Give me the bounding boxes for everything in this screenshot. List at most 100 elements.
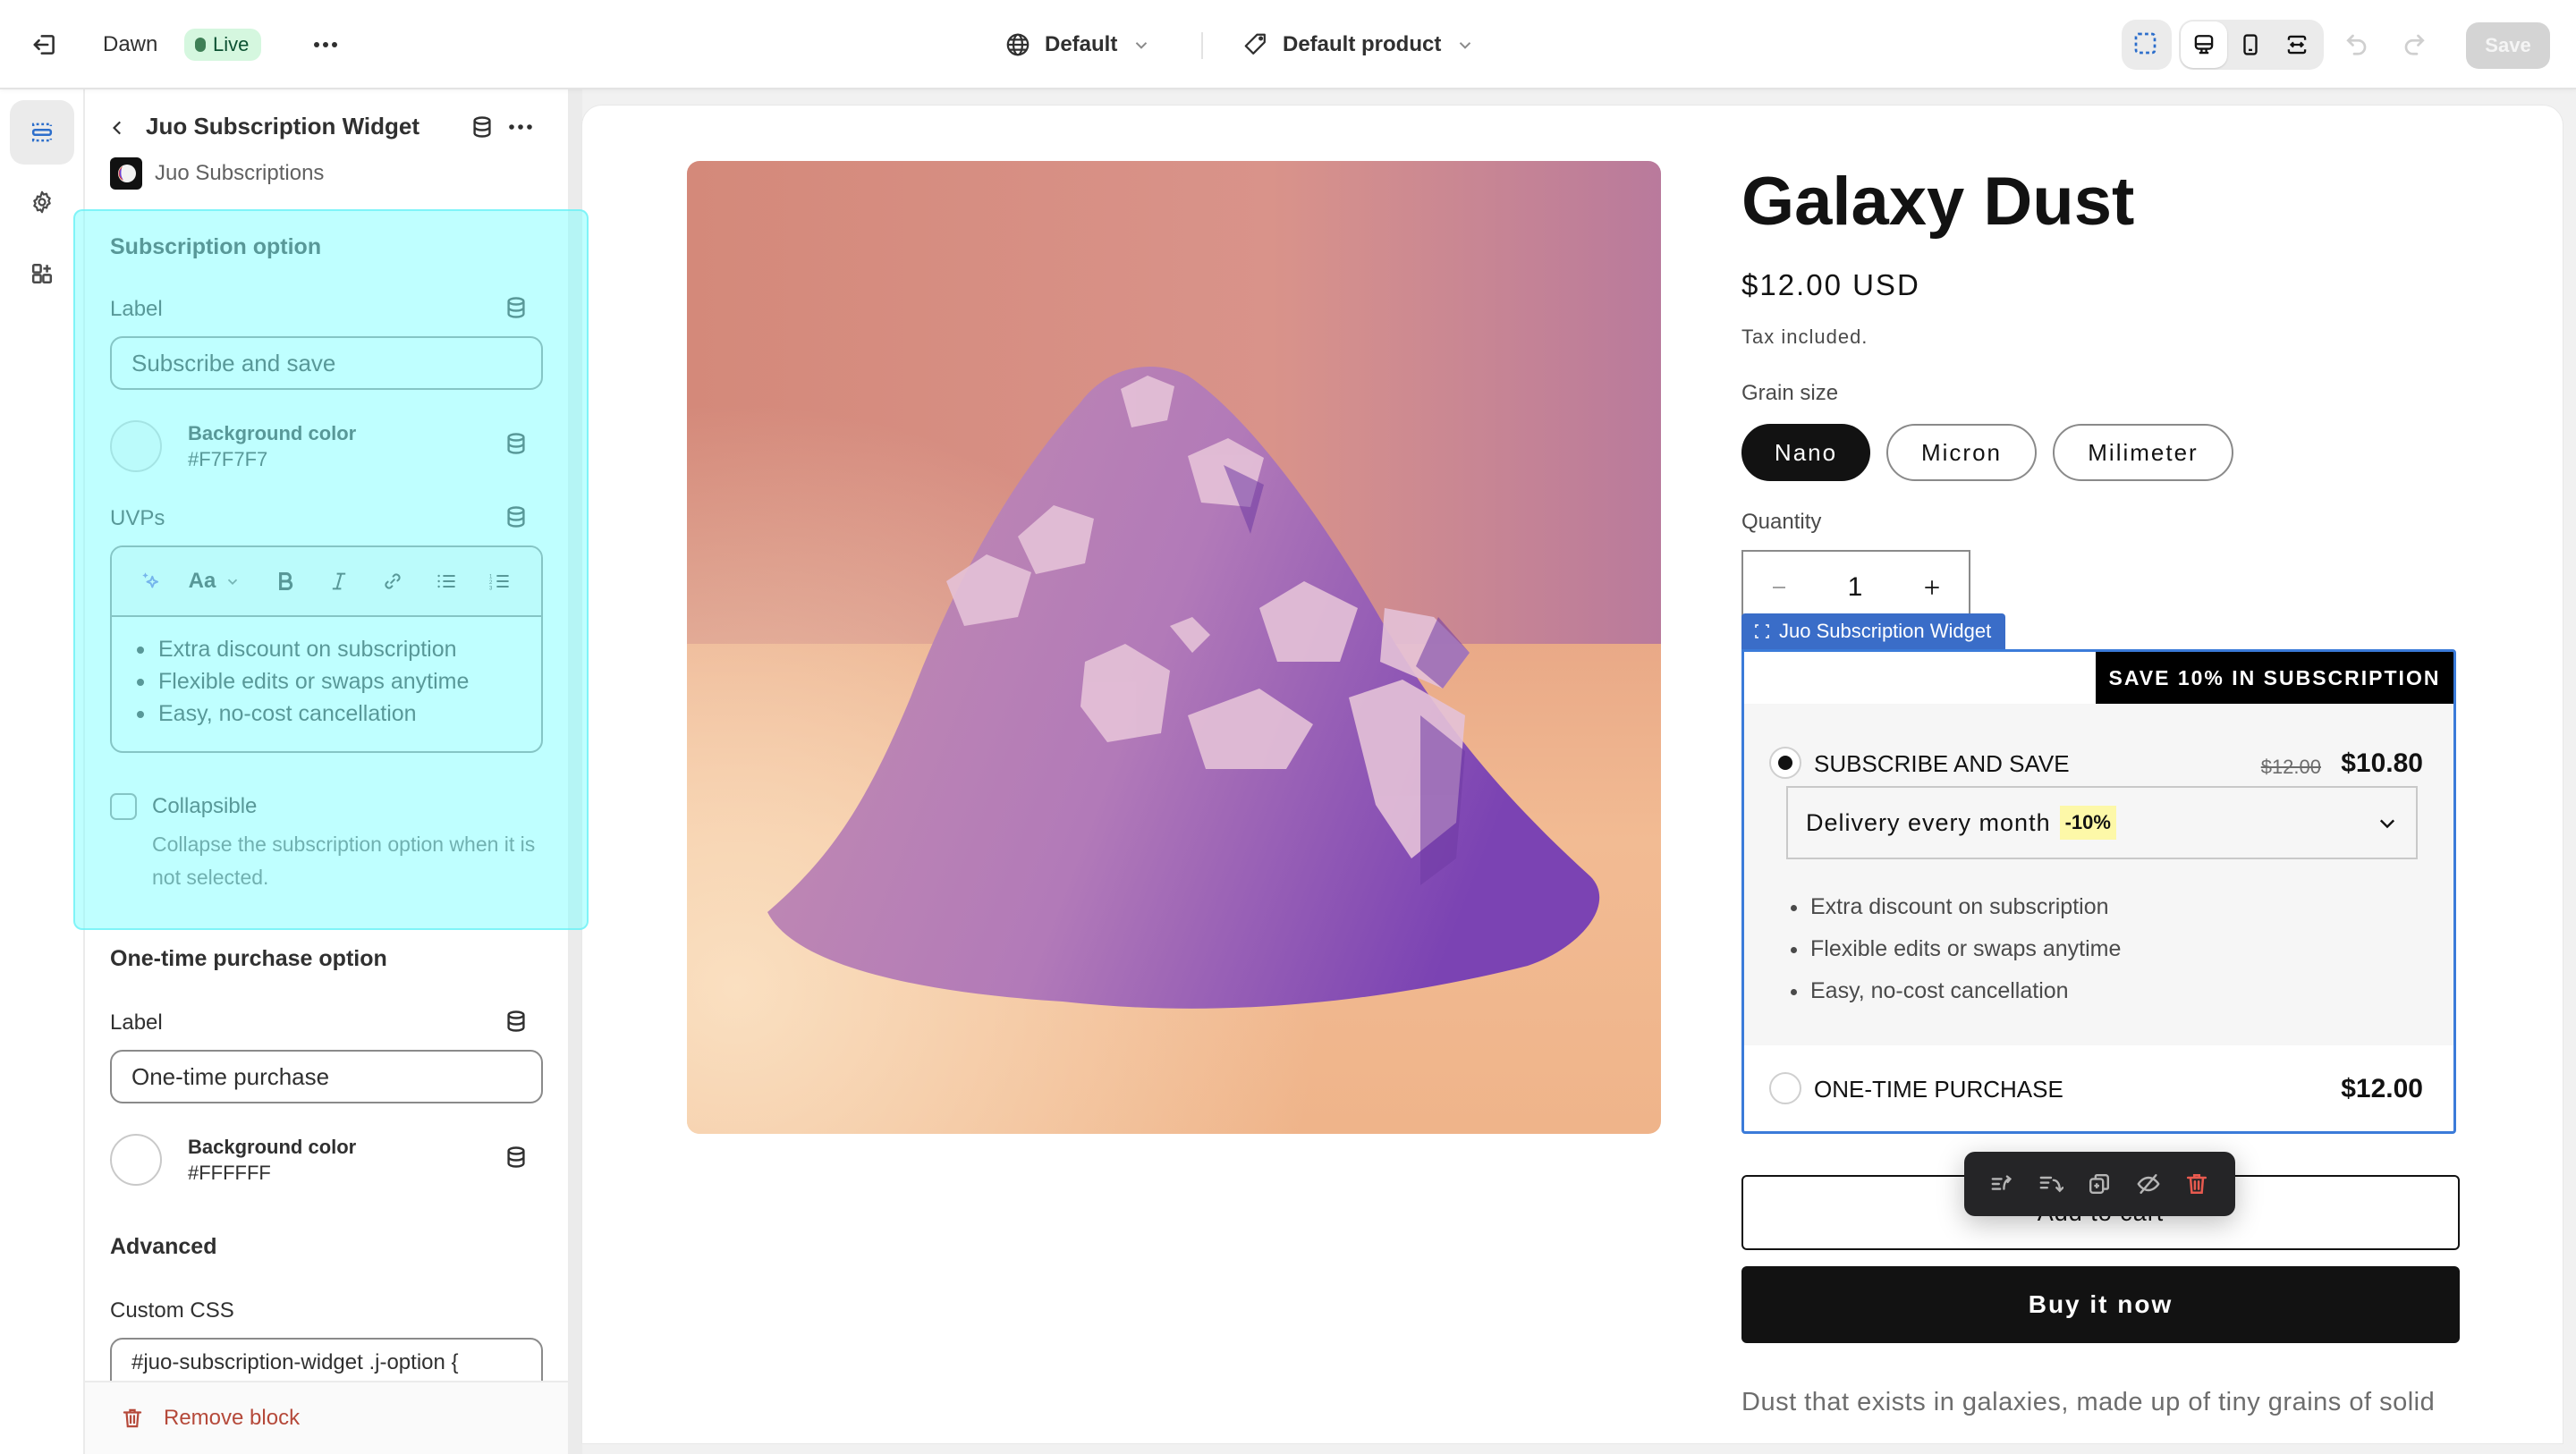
svg-text:1: 1	[489, 574, 493, 579]
template-select[interactable]: Default product	[1243, 27, 1475, 63]
locale-select-value: Default	[1045, 32, 1118, 56]
italic-icon[interactable]	[312, 562, 366, 601]
exit-icon[interactable]	[30, 30, 59, 59]
dynamic-source-icon[interactable]	[504, 1009, 529, 1034]
app-name: Juo Subscriptions	[155, 161, 325, 185]
rail-item-sections[interactable]	[10, 100, 74, 165]
subscription-widget: SAVE 10% IN SUBSCRIPTION SUBSCRIBE AND S…	[1741, 649, 2456, 1134]
undo-icon[interactable]	[2343, 30, 2370, 57]
uvps-list: Extra discount on subscription Flexible …	[112, 617, 541, 730]
move-up-icon[interactable]	[1990, 1171, 2015, 1196]
duplicate-icon[interactable]	[2087, 1171, 2112, 1196]
dynamic-source-icon[interactable]	[504, 431, 529, 456]
rail-item-apps[interactable]	[10, 241, 74, 306]
subscribe-radio[interactable]	[1769, 747, 1801, 779]
inspector-toggle[interactable]	[2122, 20, 2172, 70]
background-color-swatch[interactable]	[110, 1134, 162, 1186]
mobile-icon	[2239, 33, 2262, 56]
panel-scrollbar[interactable]	[568, 89, 582, 1454]
discount-badge: -10%	[2059, 806, 2116, 840]
more-horizontal-icon[interactable]	[311, 32, 340, 57]
app-logo	[110, 157, 142, 190]
section-title-onetime: One-time purchase option	[110, 946, 387, 971]
gear-icon	[30, 190, 55, 215]
text-style-dropdown[interactable]: Aa	[171, 562, 258, 601]
desktop-viewport-button[interactable]	[2181, 21, 2227, 68]
onetime-label: ONE-TIME PURCHASE	[1814, 1076, 2063, 1103]
text-style-icon: Aa	[188, 569, 216, 593]
svg-text:3: 3	[489, 587, 493, 592]
fullwidth-viewport-button[interactable]	[2274, 21, 2320, 68]
buy-it-now-button[interactable]: Buy it now	[1741, 1266, 2460, 1343]
background-color-swatch[interactable]	[110, 420, 162, 472]
save-button[interactable]: Save	[2466, 22, 2550, 69]
status-badge-label: Live	[213, 33, 250, 55]
svg-text:2: 2	[489, 580, 493, 586]
storefront-preview: Galaxy Dust $12.00 USD Tax included. Gra…	[582, 106, 2563, 1443]
product-title: Galaxy Dust	[1741, 164, 2135, 240]
onetime-label-input[interactable]: One-time purchase	[110, 1050, 543, 1103]
onetime-option[interactable]: ONE-TIME PURCHASE $12.00	[1744, 1045, 2453, 1131]
uvp-item: Extra discount on subscription	[137, 633, 541, 665]
dynamic-source-icon[interactable]	[504, 295, 529, 320]
widget-block-tag[interactable]: Juo Subscription Widget	[1741, 613, 2006, 649]
link-icon[interactable]	[366, 562, 419, 601]
minus-icon[interactable]	[1770, 579, 1788, 596]
remove-block-button[interactable]: Remove block	[85, 1381, 568, 1454]
uvp-item: Extra discount on subscription	[1789, 886, 2121, 928]
variant-option-micron[interactable]: Micron	[1886, 424, 2037, 481]
variant-option-milimeter[interactable]: Milimeter	[2053, 424, 2233, 481]
fullwidth-icon	[2285, 33, 2309, 56]
compare-at-price: $12.00	[2260, 756, 2321, 778]
uvp-item: Easy, no-cost cancellation	[137, 697, 541, 730]
ai-sparkle-icon[interactable]	[131, 562, 171, 601]
product-image[interactable]	[687, 161, 1661, 1134]
section-title-subscription: Subscription option	[110, 234, 322, 259]
numbered-list-icon[interactable]: 123	[473, 562, 527, 601]
collapsible-label: Collapsible	[152, 794, 258, 818]
uvps-rich-text-editor[interactable]: Aa 123 Extra discount on subscription Fl…	[110, 545, 543, 753]
block-bracket-icon	[1754, 623, 1770, 639]
mobile-viewport-button[interactable]	[2227, 21, 2274, 68]
rail-item-settings[interactable]	[10, 170, 74, 234]
trash-icon	[121, 1406, 144, 1431]
uvp-item: Flexible edits or swaps anytime	[1789, 928, 2121, 970]
background-color-title: Background color	[188, 1136, 357, 1158]
delivery-frequency-select[interactable]: Delivery every month -10%	[1786, 786, 2418, 859]
redo-icon[interactable]	[2401, 30, 2428, 57]
left-rail	[0, 89, 85, 1454]
dynamic-source-icon[interactable]	[504, 504, 529, 529]
settings-panel: Juo Subscription Widget Juo Subscription…	[85, 89, 568, 1454]
delete-icon[interactable]	[2184, 1171, 2209, 1196]
bullet-list-icon[interactable]	[419, 562, 473, 601]
subscribe-price: $10.80	[2341, 748, 2423, 778]
custom-css-label: Custom CSS	[110, 1298, 234, 1323]
product-description: Dust that exists in galaxies, made up of…	[1741, 1388, 2436, 1416]
collapsible-checkbox[interactable]	[110, 793, 137, 820]
widget-block-tag-label: Juo Subscription Widget	[1779, 620, 1992, 642]
subscription-label-input[interactable]: Subscribe and save	[110, 336, 543, 390]
subscribe-option[interactable]: SUBSCRIBE AND SAVE $12.00 $10.80 Deliver…	[1744, 704, 2453, 1045]
panel-title: Juo Subscription Widget	[146, 113, 419, 139]
top-bar: Dawn Live Default Default product Save	[0, 0, 2576, 89]
onetime-radio[interactable]	[1769, 1072, 1801, 1104]
quantity-value[interactable]: 1	[1848, 572, 1863, 603]
hide-icon[interactable]	[2136, 1171, 2161, 1196]
collapsible-help-text: Collapse the subscription option when it…	[152, 833, 536, 889]
desktop-icon	[2192, 33, 2216, 56]
move-down-icon[interactable]	[2038, 1171, 2064, 1196]
more-horizontal-icon[interactable]	[507, 118, 534, 136]
plus-icon[interactable]	[1922, 578, 1942, 597]
variant-option-nano[interactable]: Nano	[1741, 424, 1870, 481]
dynamic-source-icon[interactable]	[504, 1145, 529, 1170]
locale-select[interactable]: Default	[1005, 27, 1151, 63]
uvp-item: Easy, no-cost cancellation	[1789, 970, 2121, 1012]
quantity-label: Quantity	[1741, 510, 1822, 534]
select-cursor-icon[interactable]	[2122, 21, 2172, 68]
globe-icon	[1005, 32, 1030, 57]
dynamic-source-icon[interactable]	[470, 114, 495, 139]
save-badge: SAVE 10% IN SUBSCRIPTION	[2096, 652, 2453, 704]
back-button[interactable]	[108, 116, 128, 139]
status-badge: Live	[184, 29, 262, 61]
bold-icon[interactable]	[258, 562, 312, 601]
